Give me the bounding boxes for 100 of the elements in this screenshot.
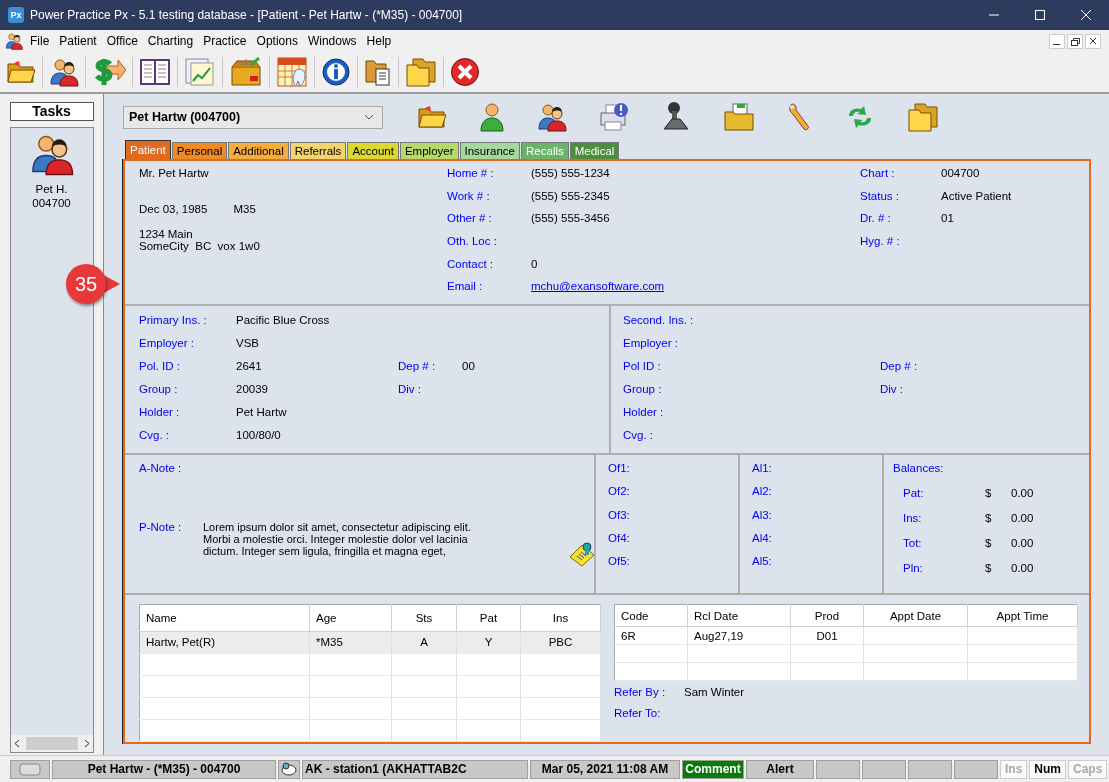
status-panel — [954, 759, 998, 779]
field-label: Of2: — [608, 485, 631, 498]
maximize-icon[interactable] — [1035, 10, 1045, 20]
column-header[interactable]: Rcl Date — [687, 604, 791, 627]
column-header[interactable]: Name — [139, 604, 310, 632]
chart-document-icon[interactable] — [184, 57, 216, 87]
menu-item[interactable]: Charting — [142, 32, 199, 50]
field-label: A-Note : — [139, 462, 182, 474]
column-header[interactable]: Code — [614, 604, 688, 627]
table-cell: 6R — [614, 626, 688, 645]
currency-sign: $ — [985, 487, 993, 501]
field-label: Employer : — [623, 337, 679, 351]
field-value: 20039 — [236, 382, 269, 397]
field-label: Pol. ID : — [139, 359, 181, 374]
patient-selector[interactable]: Pet Hartw (004700) — [123, 105, 383, 129]
status-panel — [908, 759, 952, 779]
alert-button[interactable]: Alert — [746, 759, 814, 779]
field-label: Of4: — [608, 531, 631, 544]
field-label: Second. Ins. : — [623, 314, 695, 328]
field-label: Of5: — [608, 555, 631, 568]
calendar-icon[interactable] — [276, 56, 308, 88]
amount: 0.00 — [1011, 536, 1035, 551]
email-link[interactable]: mchu@exansoftware.com — [531, 280, 665, 293]
book-icon[interactable] — [139, 57, 171, 87]
tab[interactable]: Insurance — [459, 142, 521, 159]
field-label: Home # : — [447, 167, 495, 181]
menu-item[interactable]: File — [25, 32, 55, 50]
folder-icon[interactable] — [6, 59, 36, 85]
menu-item[interactable]: Patient — [54, 32, 102, 50]
column-header[interactable]: Appt Date — [863, 604, 968, 627]
field-value: Pacific Blue Cross — [236, 314, 331, 328]
status-station: AK - station1 (AKHATTAB2C — [302, 759, 528, 779]
restore-icon[interactable] — [1067, 33, 1083, 49]
column-header[interactable]: Appt Time — [967, 604, 1078, 627]
field-value: 0 — [531, 257, 539, 272]
memo-icon[interactable] — [568, 541, 596, 567]
field-value: 00 — [462, 359, 476, 374]
tab[interactable]: Employer — [399, 142, 459, 159]
tab[interactable]: Account — [347, 142, 399, 159]
column-header[interactable]: Pat — [456, 604, 521, 632]
field-label: Ins: — [903, 511, 923, 526]
people-icon[interactable] — [49, 57, 79, 87]
age-sex: M35 — [233, 203, 256, 215]
field-label: Other # : — [447, 212, 493, 227]
scrollbar[interactable] — [10, 735, 93, 752]
menu-item[interactable]: Practice — [198, 32, 252, 50]
column-header[interactable]: Age — [309, 604, 392, 632]
tab[interactable]: Medical — [569, 142, 620, 159]
monitor-icon — [19, 762, 41, 776]
amount: 0.00 — [1011, 561, 1035, 576]
table-cell: Aug27,19 — [687, 626, 791, 645]
table-cell: Hartw, Pet(R) — [139, 631, 310, 654]
status-datetime: Mar 05, 2021 11:08 AM — [530, 759, 680, 779]
field-label: Employer : — [139, 337, 195, 351]
column-header[interactable]: Prod — [790, 604, 864, 627]
folder-document-icon[interactable] — [364, 57, 392, 87]
tab[interactable]: Referrals — [289, 142, 347, 159]
menu-item[interactable]: Options — [251, 32, 303, 50]
field-label: Div : — [880, 382, 904, 397]
menu-item[interactable]: Windows — [302, 32, 362, 50]
people-icon[interactable] — [537, 102, 567, 132]
field-label: Al2: — [752, 485, 773, 498]
app-logo: Px — [8, 7, 24, 23]
field-label: Group : — [623, 382, 663, 397]
printer-icon[interactable] — [599, 102, 629, 132]
chevron-down-icon — [364, 114, 374, 120]
field-label: Refer By : — [614, 686, 667, 700]
dollar-arrow-icon[interactable] — [92, 56, 126, 88]
field-value: (555) 555-3456 — [531, 212, 611, 227]
folder-icon[interactable] — [417, 104, 447, 130]
birth-date: Dec 03, 1985 — [139, 203, 208, 215]
folders-icon[interactable] — [405, 57, 437, 87]
menu-item[interactable]: Office — [101, 32, 143, 50]
minimize-icon[interactable] — [1049, 33, 1065, 49]
comment-button[interactable]: Comment — [682, 759, 744, 779]
scroll-right-icon[interactable] — [83, 739, 90, 748]
column-header[interactable]: Sts — [391, 604, 457, 632]
person-icon[interactable] — [479, 102, 505, 132]
field-label: Pol ID : — [623, 359, 662, 374]
info-icon[interactable] — [321, 57, 351, 87]
menu-item[interactable]: Help — [361, 32, 397, 50]
tasks-title: Tasks — [9, 102, 94, 121]
close-icon[interactable] — [450, 57, 480, 87]
field-label: Chart : — [860, 167, 896, 181]
folder-document-icon[interactable] — [723, 102, 755, 132]
app-menu-icon[interactable] — [5, 32, 23, 50]
currency-sign: $ — [985, 536, 993, 551]
patient-name: Mr. Pet Hartw — [139, 167, 210, 179]
field-label: Contact : — [447, 257, 495, 272]
tab[interactable]: Additional — [228, 142, 289, 159]
column-header[interactable]: Ins — [520, 604, 601, 632]
field-label: Work # : — [447, 189, 491, 204]
field-label: Al5: — [752, 555, 773, 568]
tab[interactable]: Personal — [171, 142, 228, 159]
status-patient: Pet Hartw - (*M35) - 004700 — [52, 759, 276, 779]
task-item[interactable]: Pet H. 004700 — [10, 128, 93, 210]
address-line: 1234 Main — [139, 228, 194, 240]
box-icon[interactable] — [229, 57, 263, 87]
key-indicator: Ins — [1000, 759, 1028, 779]
scroll-left-icon[interactable] — [13, 739, 20, 748]
